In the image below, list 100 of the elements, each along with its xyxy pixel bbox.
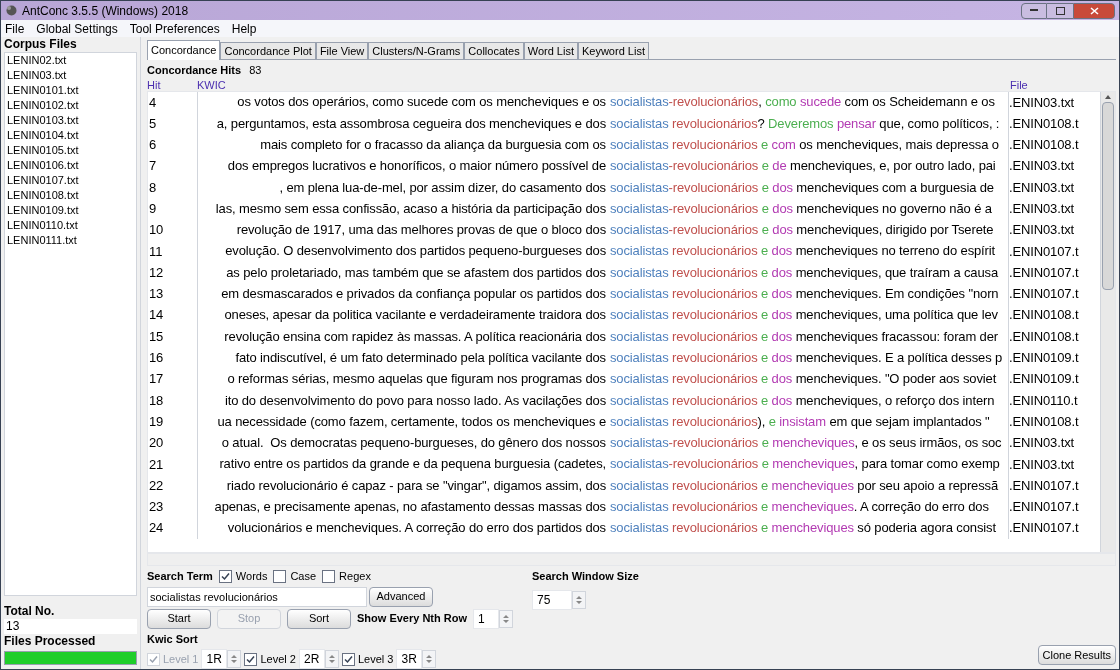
tab[interactable]: Concordance Plot [220,42,316,59]
tab[interactable]: Collocates [464,42,524,59]
hit-number: 11 [148,240,198,262]
search-field[interactable]: socialistas revolucionários [147,586,367,607]
right-context: socialistas-revolucionários e mencheviques, para tomar como exemp [610,455,1001,474]
scroll-thumb[interactable] [1102,101,1114,290]
corpus-entry[interactable]: LENIN0101.txt [7,83,136,98]
minimize-button[interactable] [1021,2,1047,19]
checkbox[interactable] [244,652,258,666]
corpus-entry[interactable]: LENIN0103.txt [7,113,136,128]
maximize-button[interactable] [1047,2,1073,19]
hit-number: 17 [148,368,198,390]
search-term-label: Search Term [147,569,213,584]
left-context: volucionários e mencheviques. A correção do erro dos partidos dos [227,519,606,538]
file-name: .ENIN03.txt [1009,456,1075,472]
option-label: Words [235,569,268,584]
corpus-entry[interactable]: LENIN0102.txt [7,98,136,113]
check-icon [220,571,230,581]
tab[interactable]: Concordance [147,40,221,60]
tab[interactable]: Clusters/N-Grams [368,42,465,59]
close-icon [1089,6,1099,15]
window-size-label: Search Window Size [532,569,640,584]
hit-number: 23 [148,496,198,518]
checkbox[interactable] [322,569,336,583]
window-size-field[interactable]: 75 [532,589,572,610]
corpus-entry[interactable]: LENIN0109.txt [7,203,136,218]
corpus-entry[interactable]: LENIN03.txt [7,68,136,83]
vertical-scrollbar[interactable] [1100,91,1115,552]
right-context: socialistas revolucionários e dos mencheviques, uma política que lev [610,306,999,325]
left-context: a, perguntamos, esta assombrosa cegueira dos mencheviques e dos [216,114,606,133]
left-context: ua necessidade (como fazem, certamente, todos os mencheviques e [217,412,606,431]
right-context: socialistas revolucionários? Deveremos pensar que, como políticos, : [610,114,1001,133]
left-context: as pelo proletariado, mas também que se afastem dos partidos dos [226,263,606,282]
hits-count: 83 [249,63,262,78]
tab[interactable]: Keyword List [577,42,649,59]
left-context: las, mesmo sem essa confissão, acaso a história da participação dos [215,199,606,218]
total-label: Total No. [4,604,56,619]
action-button[interactable]: Sort [287,608,351,629]
tab[interactable]: File View [315,42,369,59]
maximize-icon [1055,6,1065,15]
checkbox[interactable] [341,652,355,666]
action-button[interactable]: Start [147,608,211,629]
minimize-icon [1030,9,1038,12]
spinner-arrows-icon[interactable] [572,590,586,609]
right-context: socialistas revolucionários e mencheviques por seu apoio a repressã [610,476,1000,495]
hit-number: 15 [148,325,198,348]
file-name: .ENIN0107.t [1009,264,1079,280]
total-value: 13 [4,619,137,634]
hit-number: 16 [148,347,198,369]
menu-item[interactable]: Help [231,19,257,38]
hits-label: Concordance Hits [147,63,242,78]
corpus-entry[interactable]: LENIN0105.txt [7,143,136,158]
left-context: rativo entre os partidos da grande e da pequena burguesia (cadetes, [219,455,606,474]
spinner-arrows-icon[interactable] [422,650,437,668]
checkbox[interactable] [273,569,287,583]
corpus-entry[interactable]: LENIN0111.txt [7,233,136,248]
tab[interactable]: Word List [523,42,578,59]
menu-item[interactable]: Global Settings [36,19,118,38]
processed-label: Files Processed [4,634,97,649]
right-context: socialistas revolucionários e dos mencheviques. Em condições "norn [610,285,1000,304]
left-context: oneses, apesar da politica vacilante e verdadeiramente traidora dos [224,306,606,325]
menu-item[interactable]: File [5,19,25,38]
file-name: .ENIN0109.t [1009,350,1079,366]
corpus-entry[interactable]: LENIN02.txt [7,53,136,68]
hit-number: 6 [148,134,198,156]
hit-number: 18 [148,389,198,411]
app-icon [5,4,18,17]
spinner-arrows-icon[interactable] [499,609,514,628]
checkbox[interactable] [218,569,232,583]
kwic-sort-label: Kwic Sort [147,631,199,647]
hit-number: 10 [148,219,198,241]
corpus-entry[interactable]: LENIN0106.txt [7,158,136,173]
right-context: socialistas-revolucionários, como sucede com os Scheidemann e os [610,93,996,112]
close-button[interactable] [1073,2,1115,19]
horizontal-scrollbar[interactable] [147,553,1116,566]
window-title: AntConc 3.5.5 (Windows) 2018 [22,2,189,20]
right-context: socialistas revolucionários e dos mencheviques no terreno do espírit [610,242,997,261]
menu-item[interactable]: Tool Preferences [129,19,220,38]
clone-results-button[interactable]: Clone Results [1037,645,1116,665]
option-label: Regex [339,569,371,584]
file-name: .ENIN03.txt [1009,94,1075,110]
corpus-entry[interactable]: LENIN0110.txt [7,218,136,233]
nth-row-field[interactable]: 1 [473,608,500,629]
hit-number: 9 [148,198,198,220]
corpus-entry[interactable]: LENIN0107.txt [7,173,136,188]
check-icon [246,654,256,664]
level-field[interactable]: 3R [396,649,423,669]
level-field[interactable]: 2R [298,649,325,669]
file-name: .ENIN0107.t [1009,286,1079,302]
file-name: .ENIN0107.t [1009,499,1079,515]
file-name: .ENIN0107.t [1009,243,1079,259]
left-context: mais completo for o fracasso da aliança da burguesia com os [260,136,606,154]
file-name: .ENIN0108.t [1009,413,1079,429]
level-label: Level 2 [260,651,296,667]
left-context: os votos dos operários, como sucede com os mencheviques e os [237,93,606,112]
corpus-entry[interactable]: LENIN0108.txt [7,188,136,203]
corpus-entry[interactable]: LENIN0104.txt [7,128,136,143]
left-context: o reformas sérias, mesmo aquelas que figuram nos programas dos [227,370,606,389]
advanced-button[interactable]: Advanced [369,586,433,607]
right-context: socialistas revolucionários e dos mencheviques. E a política desses p [610,348,1004,367]
